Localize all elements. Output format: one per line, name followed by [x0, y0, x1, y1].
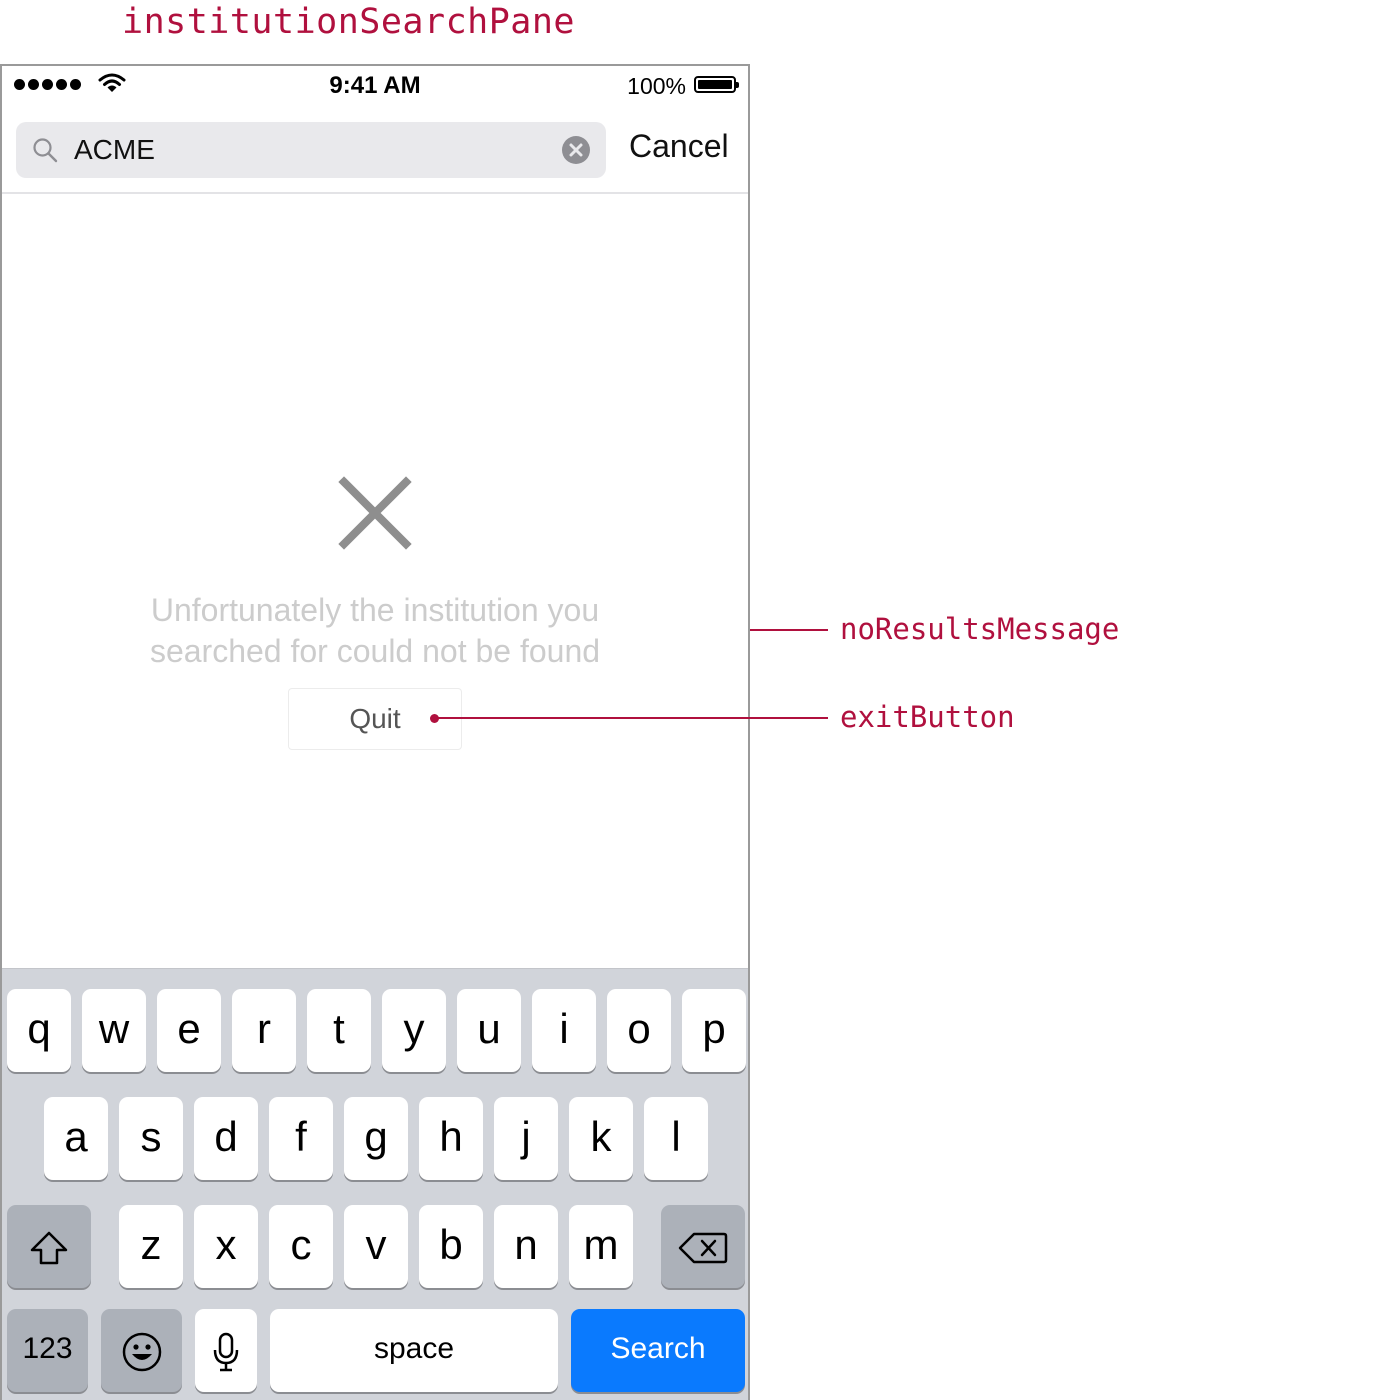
institution-search-pane: 9:41 AM 100% ACME Cancel Unfortunately t…: [0, 64, 750, 1400]
key-b[interactable]: b: [419, 1205, 483, 1288]
search-input[interactable]: ACME: [16, 122, 606, 178]
space-key[interactable]: space: [270, 1309, 558, 1392]
cancel-button[interactable]: Cancel: [629, 128, 729, 165]
search-query-text: ACME: [74, 134, 155, 165]
shift-key[interactable]: [7, 1205, 91, 1288]
key-c[interactable]: c: [269, 1205, 333, 1288]
search-bar: ACME Cancel: [2, 106, 748, 194]
emoji-icon: [122, 1332, 161, 1372]
keyboard: q w e r t y u i o p a s d f g h j k l z …: [2, 968, 748, 1400]
pane-title-annotation: institutionSearchPane: [122, 2, 576, 42]
shift-arrow-icon: [30, 1231, 68, 1265]
microphone-icon: [213, 1332, 239, 1372]
key-x[interactable]: x: [194, 1205, 258, 1288]
no-results-message: Unfortunately the institution you search…: [62, 590, 688, 672]
key-n[interactable]: n: [494, 1205, 558, 1288]
clear-circle-icon[interactable]: [562, 136, 590, 164]
x-mark-icon: [336, 474, 414, 557]
message-line-1: Unfortunately the institution you: [150, 592, 600, 628]
backspace-icon: [678, 1232, 728, 1264]
emoji-key[interactable]: [101, 1309, 182, 1392]
battery-icon: [694, 76, 739, 93]
key-a[interactable]: a: [44, 1097, 108, 1180]
exit-button-annotation: exitButton: [840, 700, 1015, 734]
magnifier-icon: [32, 137, 58, 168]
key-e[interactable]: e: [157, 989, 221, 1072]
battery-percentage: 100%: [627, 73, 686, 99]
key-h[interactable]: h: [419, 1097, 483, 1180]
key-s[interactable]: s: [119, 1097, 183, 1180]
key-t[interactable]: t: [307, 989, 371, 1072]
numbers-key[interactable]: 123: [7, 1309, 88, 1392]
exit-button-pointer-line: [435, 717, 828, 719]
key-y[interactable]: y: [382, 989, 446, 1072]
delete-key[interactable]: [661, 1205, 745, 1288]
key-j[interactable]: j: [494, 1097, 558, 1180]
key-v[interactable]: v: [344, 1205, 408, 1288]
key-m[interactable]: m: [569, 1205, 633, 1288]
key-r[interactable]: r: [232, 989, 296, 1072]
key-l[interactable]: l: [644, 1097, 708, 1180]
key-d[interactable]: d: [194, 1097, 258, 1180]
key-k[interactable]: k: [569, 1097, 633, 1180]
key-f[interactable]: f: [269, 1097, 333, 1180]
key-u[interactable]: u: [457, 989, 521, 1072]
status-bar: 9:41 AM 100%: [2, 66, 748, 106]
key-p[interactable]: p: [682, 989, 746, 1072]
key-i[interactable]: i: [532, 989, 596, 1072]
microphone-key[interactable]: [195, 1309, 257, 1392]
message-line-2: searched for could not be found: [149, 633, 601, 669]
key-q[interactable]: q: [7, 989, 71, 1072]
key-g[interactable]: g: [344, 1097, 408, 1180]
key-z[interactable]: z: [119, 1205, 183, 1288]
key-o[interactable]: o: [607, 989, 671, 1072]
search-key[interactable]: Search: [571, 1309, 745, 1392]
key-w[interactable]: w: [82, 989, 146, 1072]
no-results-annotation: noResultsMessage: [840, 612, 1120, 646]
